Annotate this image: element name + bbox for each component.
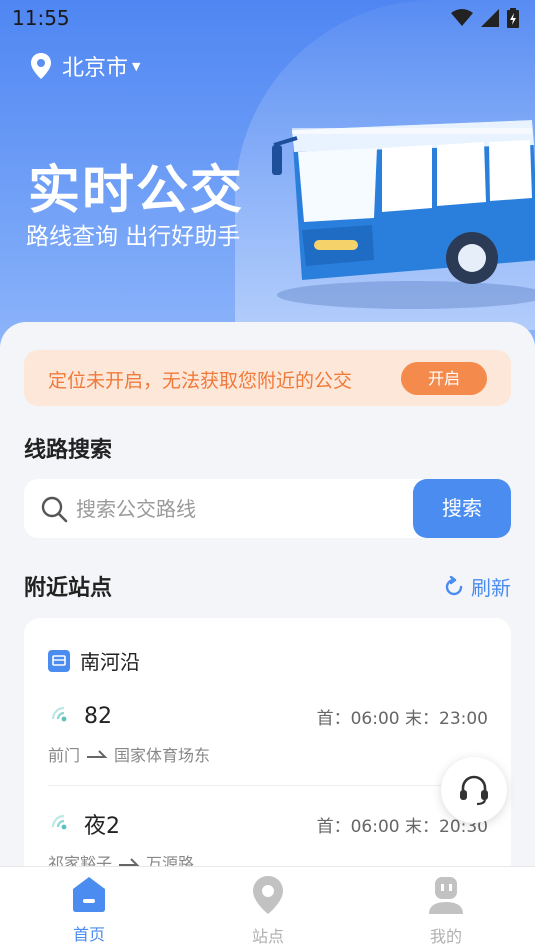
customer-service-button[interactable] — [441, 757, 507, 823]
user-icon — [429, 877, 463, 914]
page-subtitle: 路线查询 出行好助手 — [26, 224, 241, 250]
search-input[interactable] — [76, 479, 396, 538]
route-search-title: 线路搜索 — [24, 438, 113, 463]
route-direction: 前门 国家体育场东 — [48, 742, 488, 766]
home-icon — [73, 877, 105, 912]
caret-down-icon: ▼ — [132, 59, 141, 73]
station-name: 南河沿 — [80, 650, 140, 674]
enable-location-button[interactable]: 开启 — [401, 362, 487, 395]
route-name: 夜2 — [84, 814, 120, 839]
bus-illustration — [272, 120, 535, 309]
route-item[interactable]: 82 首：06:00 末：23:00 前门 国家体育场东 — [48, 700, 488, 766]
tab-stations[interactable]: 站点 — [218, 875, 318, 947]
status-time: 11:55 — [12, 6, 70, 30]
refresh-icon — [445, 575, 463, 595]
status-bar: 11:55 — [0, 0, 535, 38]
route-divider — [48, 785, 487, 786]
refresh-button[interactable]: 刷新 — [443, 572, 511, 601]
page-title: 实时公交 — [28, 161, 245, 221]
tab-label: 站点 — [251, 927, 284, 946]
realtime-signal-icon — [51, 706, 67, 722]
location-pin-icon — [31, 53, 51, 79]
realtime-signal-icon — [51, 814, 67, 830]
arrow-right-icon — [87, 750, 108, 758]
notice-text: 定位未开启，无法获取您附近的公交 — [48, 370, 353, 392]
hero-banner: 11:55 北京市 ▼ 实时公交 路线查询 出行好助手 — [0, 0, 535, 360]
bottom-tab-bar: 首页 站点 我的 — [0, 866, 535, 951]
cell-signal-icon — [481, 9, 499, 27]
route-item[interactable]: 夜2 首：06:00 末：20:30 祁家豁子 万源路 — [48, 808, 488, 874]
wifi-icon — [451, 9, 473, 26]
station-card[interactable]: 南河沿 82 首：06:00 末：23:00 前门 国家体育场东 夜2 首：06… — [24, 618, 511, 898]
location-pin-icon — [253, 876, 283, 914]
refresh-label: 刷新 — [471, 576, 511, 600]
city-name: 北京市 — [62, 56, 129, 81]
city-selector[interactable]: 北京市 ▼ — [30, 50, 140, 82]
tab-home[interactable]: 首页 — [39, 875, 139, 945]
nearby-stations-title: 附近站点 — [24, 576, 113, 601]
route-time: 首：06:00 末：23:00 — [316, 708, 488, 729]
station-header: 南河沿 — [48, 646, 140, 675]
bus-stop-icon — [48, 649, 70, 672]
search-button[interactable]: 搜索 — [413, 479, 511, 538]
location-notice: 定位未开启，无法获取您附近的公交 开启 — [24, 350, 511, 406]
route-name: 82 — [84, 703, 112, 729]
tab-label: 我的 — [429, 927, 462, 946]
route-to: 国家体育场东 — [114, 746, 211, 765]
battery-icon — [507, 8, 519, 28]
status-icons — [451, 8, 519, 28]
route-from: 前门 — [48, 746, 81, 765]
search-bar: 搜索 — [24, 479, 511, 538]
search-icon — [41, 496, 68, 523]
headset-icon — [460, 775, 488, 806]
tab-profile[interactable]: 我的 — [396, 875, 496, 947]
tab-label: 首页 — [72, 925, 105, 944]
